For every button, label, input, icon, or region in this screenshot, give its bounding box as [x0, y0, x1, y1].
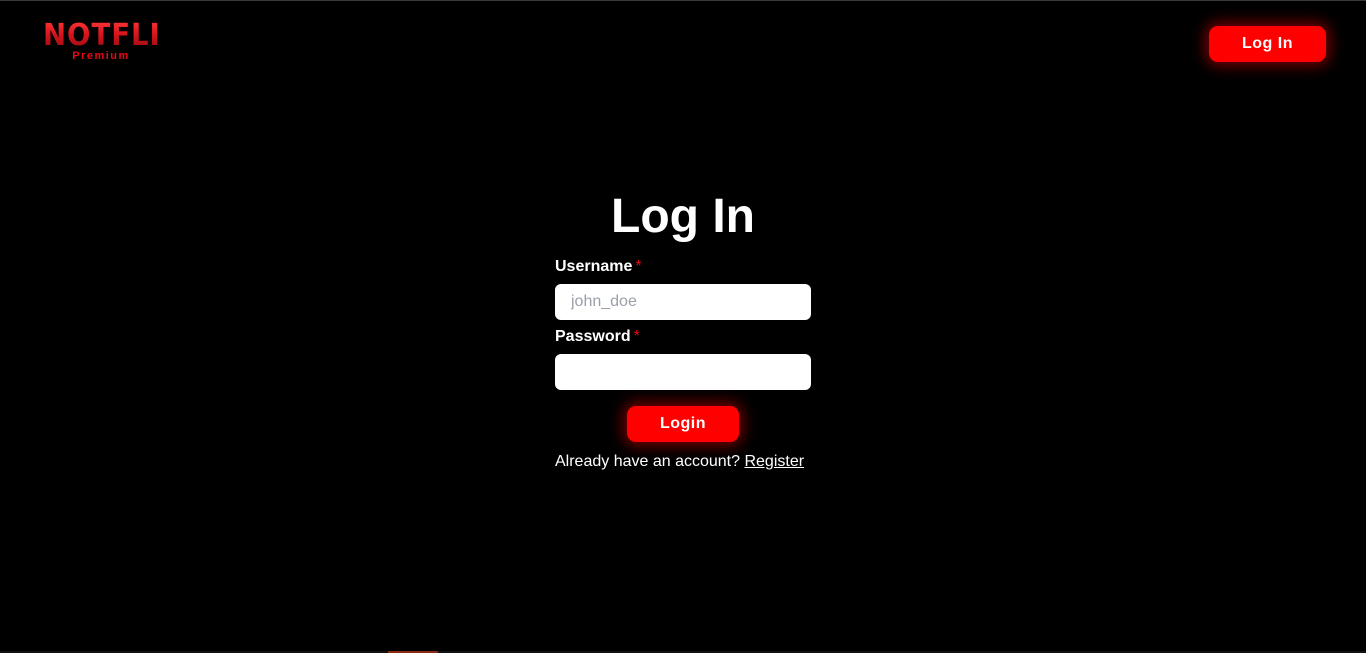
- logo-text: NOTFLIX: [43, 18, 183, 53]
- header-login-button[interactable]: Log In: [1209, 26, 1326, 62]
- register-prompt: Already have an account? Register: [555, 452, 811, 472]
- password-label-text: Password: [555, 328, 631, 345]
- register-link[interactable]: Register: [744, 453, 804, 470]
- password-input[interactable]: [555, 354, 811, 390]
- required-marker: *: [635, 258, 642, 275]
- login-submit-button[interactable]: Login: [627, 406, 739, 442]
- login-page: NOTFLIX Premium Log In Log In Username * …: [0, 0, 1366, 653]
- submit-row: Login: [555, 406, 811, 442]
- brand-logo[interactable]: NOTFLIX Premium: [38, 18, 183, 63]
- password-label: Password *: [555, 328, 811, 346]
- username-label: Username *: [555, 258, 811, 276]
- register-prompt-text: Already have an account?: [555, 453, 741, 470]
- username-input[interactable]: [555, 284, 811, 320]
- required-marker: *: [633, 328, 640, 345]
- page-title: Log In: [611, 190, 755, 243]
- login-form: Log In Username* Password* Login Already…: [555, 187, 811, 472]
- username-label-text: Username: [555, 258, 633, 275]
